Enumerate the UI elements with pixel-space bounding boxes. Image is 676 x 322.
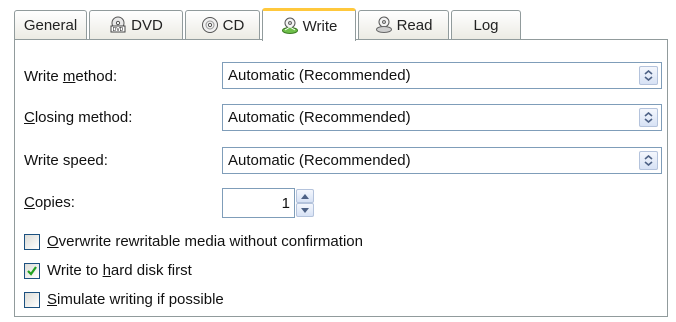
simulate-option[interactable]: Simulate writing if possible [24,291,224,308]
tab-label: General [23,16,78,34]
tab-cd[interactable]: CD [185,10,260,39]
decrement-button[interactable] [296,203,314,217]
copies-label: Copies: [24,194,75,211]
write-method-value: Automatic (Recommended) [228,67,411,84]
tab-dvd[interactable]: DVD DVD [89,10,183,39]
arrow-down-icon [301,207,309,213]
tab-log[interactable]: Log [451,10,521,39]
overwrite-checkbox[interactable] [24,233,40,250]
tab-label: Write [302,17,338,35]
label-text: Write to [47,262,103,279]
write-method-select[interactable]: Automatic (Recommended) [222,62,662,89]
write-disc-icon [281,17,299,35]
simulate-checkbox[interactable] [24,291,40,308]
label-accelerator: h [102,262,111,279]
copies-value: 1 [281,194,290,212]
dropdown-arrows-icon[interactable] [639,66,658,85]
dvd-icon: DVD [109,16,127,34]
label-accelerator: O [47,233,59,250]
hard-disk-checkbox[interactable] [24,262,40,279]
dropdown-arrows-icon[interactable] [639,151,658,170]
label-accelerator: m [62,68,76,85]
label-text: losing method: [34,109,133,126]
closing-method-value: Automatic (Recommended) [228,109,411,126]
label-text: ard disk first [110,262,192,279]
label-accelerator: S [47,291,58,308]
checkmark-icon [27,265,37,276]
write-settings-panel: Write method: Automatic (Recommended) Cl… [14,39,668,317]
tab-label: Read [396,16,433,34]
increment-button[interactable] [296,189,314,203]
simulate-label: Simulate writing if possible [47,291,224,308]
tab-label: DVD [131,16,163,34]
tab-label: CD [222,16,245,34]
label-accelerator: C [24,109,35,126]
label-text: verwrite rewritable media without confir… [58,233,363,250]
write-method-label: Write method: [24,68,117,85]
label-accelerator: C [24,194,35,211]
copies-stepper[interactable] [296,189,314,217]
read-disc-icon [375,16,393,34]
closing-method-label: Closing method: [24,109,132,126]
tab-write[interactable]: Write [262,8,356,41]
write-speed-value: Automatic (Recommended) [228,152,411,169]
copies-input[interactable]: 1 [222,188,295,218]
label-text: imulate writing if possible [57,291,224,308]
dropdown-arrows-icon[interactable] [639,108,658,127]
hard-disk-label: Write to hard disk first [47,262,192,279]
label-text: ethod: [75,68,118,85]
label-text: Write speed: [24,152,108,169]
tab-label: Log [473,16,499,34]
overwrite-label: Overwrite rewritable media without confi… [47,233,363,250]
label-text: Write [24,68,63,85]
svg-text:DVD: DVD [113,27,124,33]
overwrite-option[interactable]: Overwrite rewritable media without confi… [24,233,363,250]
tab-general[interactable]: General [14,10,87,39]
tab-read[interactable]: Read [358,10,449,39]
label-text: opies: [34,194,75,211]
closing-method-select[interactable]: Automatic (Recommended) [222,104,662,131]
cd-icon [201,16,219,34]
write-speed-select[interactable]: Automatic (Recommended) [222,147,662,174]
arrow-up-icon [301,193,309,199]
write-speed-label: Write speed: [24,152,108,169]
hard-disk-option[interactable]: Write to hard disk first [24,262,192,279]
